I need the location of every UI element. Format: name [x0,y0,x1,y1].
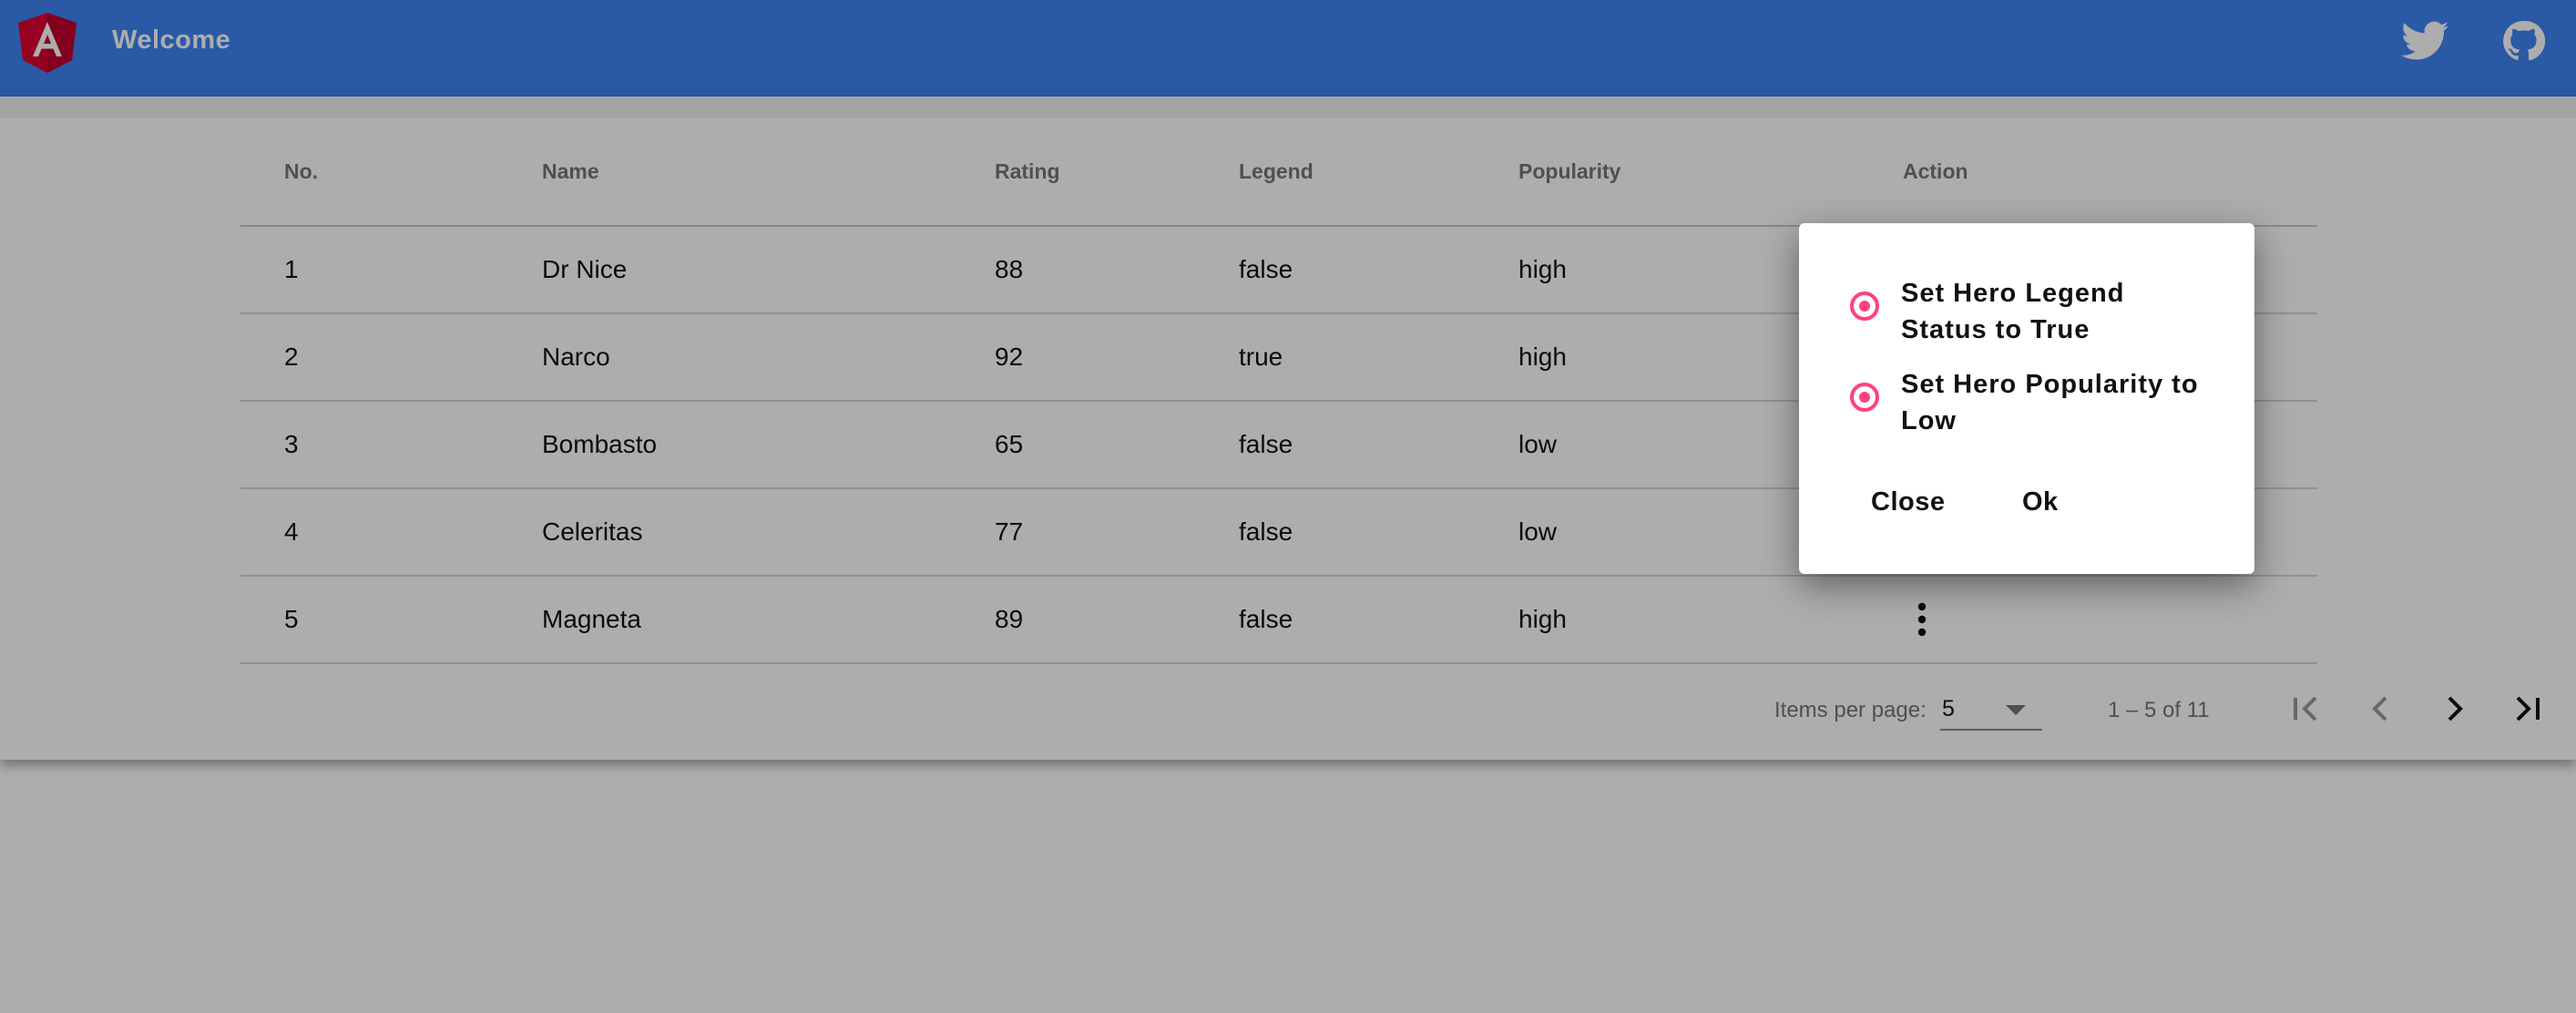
legend-option[interactable]: Set Hero Legend Status to True [1850,275,2202,348]
legend-option-label: Set Hero Legend Status to True [1901,279,2125,344]
ok-button[interactable]: Ok [2022,487,2059,517]
hero-action-dialog: Set Hero Legend Status to True Set Hero … [1799,223,2254,574]
radio-checked-icon[interactable] [1850,383,1879,412]
popularity-option[interactable]: Set Hero Popularity to Low [1850,366,2202,439]
close-button[interactable]: Close [1871,487,1945,517]
radio-checked-icon[interactable] [1850,292,1879,321]
popularity-option-label: Set Hero Popularity to Low [1901,370,2199,435]
